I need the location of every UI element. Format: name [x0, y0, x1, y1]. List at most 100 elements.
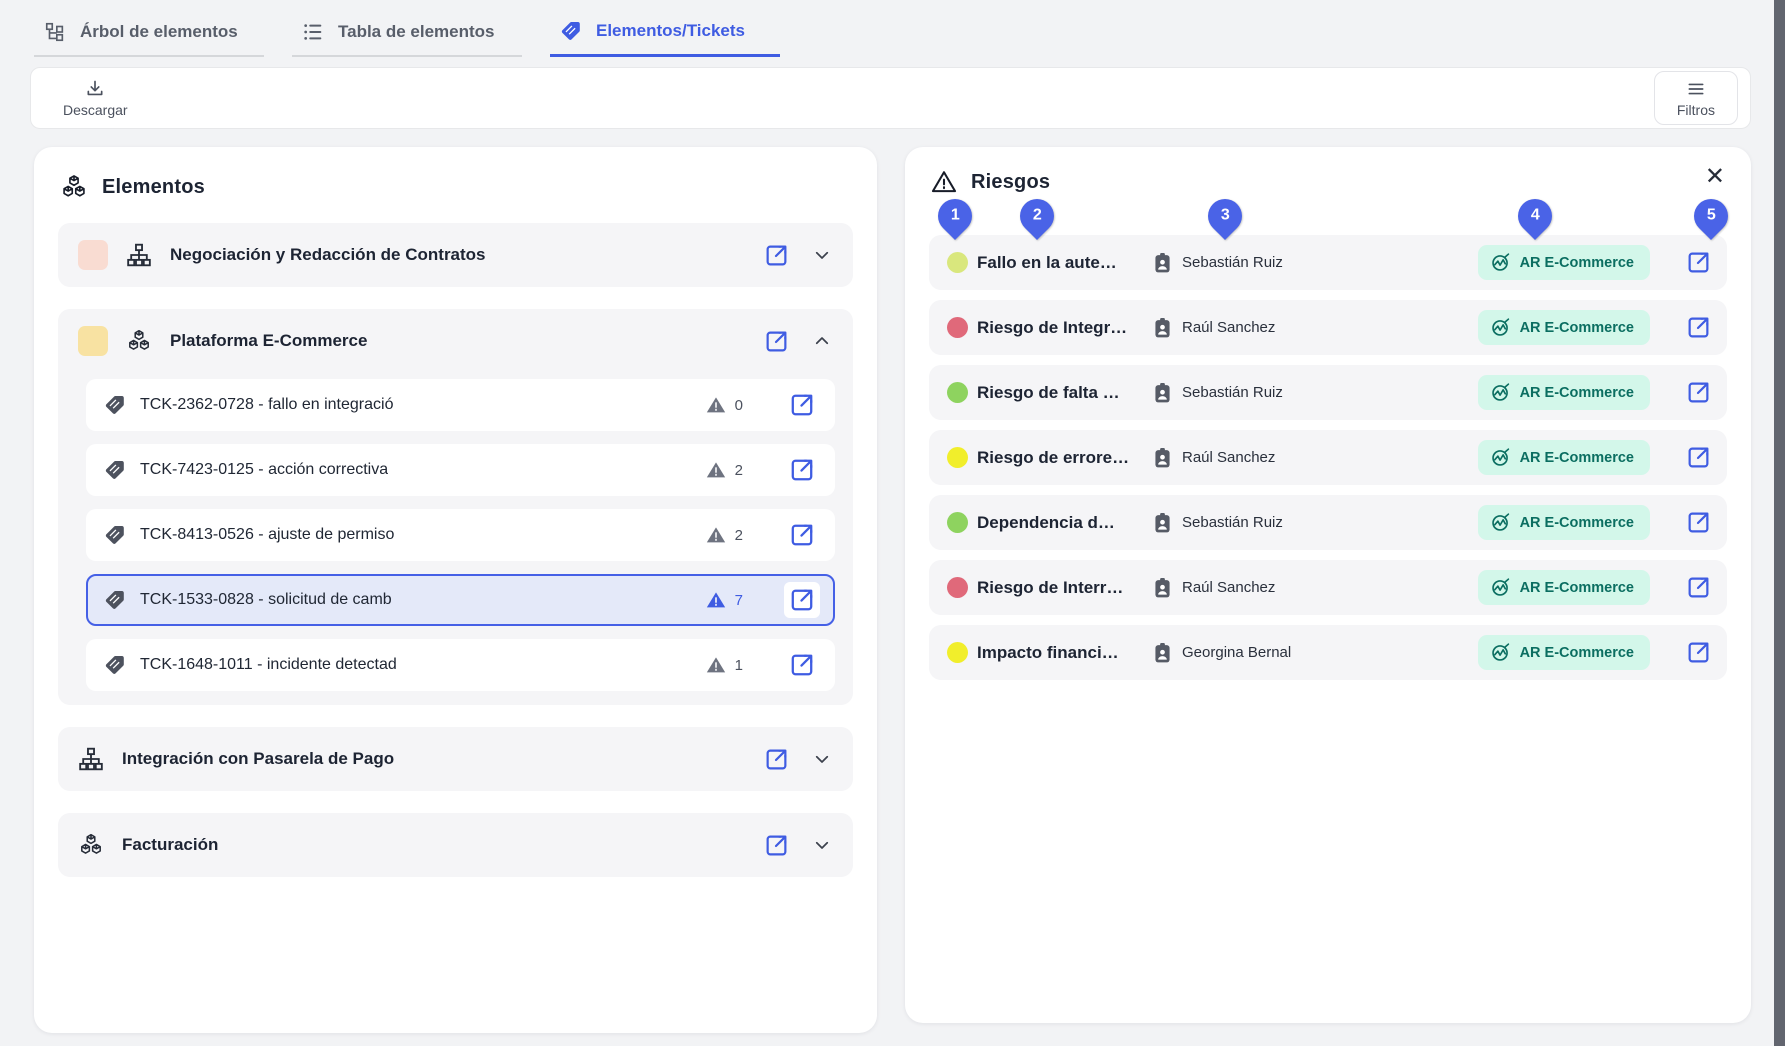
group-row-plataforma[interactable]: Plataforma E-Commerce: [72, 309, 839, 373]
chevron-down-icon[interactable]: [813, 836, 831, 854]
tag-icon: [104, 589, 126, 611]
group-row-integracion[interactable]: Integración con Pasarela de Pago: [58, 727, 853, 791]
risk-row[interactable]: Riesgo de falta … Sebastián Ruiz AR E-Co…: [929, 365, 1727, 420]
chevron-down-icon[interactable]: [813, 750, 831, 768]
tab-label: Tabla de elementos: [338, 22, 495, 42]
open-ticket-icon[interactable]: [789, 587, 815, 613]
risk-register-icon: [1490, 577, 1511, 598]
assignee-name: Raúl Sanchez: [1182, 319, 1275, 336]
tab-arbol-de-elementos[interactable]: Árbol de elementos: [34, 14, 264, 57]
warning-icon: [706, 525, 726, 545]
open-risk-icon[interactable]: [1686, 445, 1711, 470]
filters-label: Filtros: [1677, 102, 1715, 118]
open-risk-icon[interactable]: [1686, 380, 1711, 405]
ar-badge[interactable]: AR E-Commerce: [1478, 440, 1650, 475]
risk-row[interactable]: Riesgo de Interr… Raúl Sanchez AR E-Comm…: [929, 560, 1727, 615]
warning-icon: [706, 395, 726, 415]
person-badge-icon: [1153, 252, 1172, 274]
risk-status-dot: [947, 317, 968, 338]
ar-badge[interactable]: AR E-Commerce: [1478, 570, 1650, 605]
download-icon: [85, 79, 105, 99]
ar-badge[interactable]: AR E-Commerce: [1478, 310, 1650, 345]
risk-status-dot: [947, 512, 968, 533]
open-risk-icon[interactable]: [1686, 250, 1711, 275]
ticket-row[interactable]: TCK-8413-0526 - ajuste de permiso 2: [86, 509, 835, 561]
open-risk-icon[interactable]: [1686, 510, 1711, 535]
open-ticket-icon[interactable]: [789, 652, 815, 678]
elements-panel-title: Elementos: [102, 176, 205, 199]
ticket-row-selected[interactable]: TCK-1533-0828 - solicitud de camb 7: [86, 574, 835, 626]
ar-badge[interactable]: AR E-Commerce: [1478, 245, 1650, 280]
group-label: Integración con Pasarela de Pago: [122, 749, 394, 769]
open-ticket-icon[interactable]: [789, 392, 815, 418]
close-button[interactable]: ✕: [1705, 165, 1725, 189]
warning-count: 0: [735, 397, 743, 414]
assignee-name: Sebastián Ruiz: [1182, 254, 1283, 271]
risk-status-dot: [947, 577, 968, 598]
tag-icon: [104, 394, 126, 416]
scrollbar-thumb[interactable]: [1774, 0, 1785, 1046]
risk-row[interactable]: Dependencia d… Sebastián Ruiz AR E-Comme…: [929, 495, 1727, 550]
risk-name: Riesgo de falta …: [977, 383, 1153, 403]
filters-button[interactable]: Filtros: [1654, 71, 1738, 125]
annotation-pin-1: 1: [931, 192, 979, 240]
open-risk-icon[interactable]: [1686, 575, 1711, 600]
risk-name: Fallo en la aute…: [977, 253, 1153, 273]
ticket-row[interactable]: TCK-7423-0125 - acción correctiva 2: [86, 444, 835, 496]
tab-elementos-tickets[interactable]: Elementos/Tickets: [550, 14, 780, 57]
filters-icon: [1686, 79, 1706, 99]
ticket-label: TCK-2362-0728 - fallo en integració: [140, 396, 393, 414]
open-group-icon[interactable]: [764, 747, 789, 772]
chevron-up-icon[interactable]: [813, 332, 831, 350]
group-row-negociacion[interactable]: Negociación y Redacción de Contratos: [58, 223, 853, 287]
person-badge-icon: [1153, 577, 1172, 599]
risk-register-icon: [1490, 642, 1511, 663]
risk-name: Riesgo de Interr…: [977, 578, 1153, 598]
warning-count: 2: [735, 462, 743, 479]
sitemap-icon: [78, 746, 104, 772]
download-button[interactable]: Descargar: [63, 79, 128, 118]
tab-label: Elementos/Tickets: [596, 21, 745, 41]
risk-row[interactable]: Impacto financi… Georgina Bernal AR E-Co…: [929, 625, 1727, 680]
group-row-facturacion[interactable]: Facturación: [58, 813, 853, 877]
group-label: Facturación: [122, 835, 218, 855]
tab-tabla-de-elementos[interactable]: Tabla de elementos: [292, 14, 522, 57]
tag-icon: [104, 459, 126, 481]
ticket-row[interactable]: TCK-2362-0728 - fallo en integració 0: [86, 379, 835, 431]
risk-register-icon: [1490, 447, 1511, 468]
open-group-icon[interactable]: [764, 833, 789, 858]
chevron-down-icon[interactable]: [813, 246, 831, 264]
tag-icon: [104, 524, 126, 546]
open-ticket-icon[interactable]: [789, 522, 815, 548]
open-ticket-icon[interactable]: [789, 457, 815, 483]
risks-panel-title: Riesgos: [971, 171, 1050, 194]
tag-icon: [104, 654, 126, 676]
cubes-icon: [60, 173, 88, 201]
ar-badge[interactable]: AR E-Commerce: [1478, 375, 1650, 410]
annotation-pin-4: 4: [1511, 192, 1559, 240]
open-group-icon[interactable]: [764, 329, 789, 354]
open-group-icon[interactable]: [764, 243, 789, 268]
ar-badge[interactable]: AR E-Commerce: [1478, 505, 1650, 540]
risk-row[interactable]: Fallo en la aute… Sebastián Ruiz AR E-Co…: [929, 235, 1727, 290]
person-badge-icon: [1153, 447, 1172, 469]
ticket-row[interactable]: TCK-1648-1011 - incidente detectad 1: [86, 639, 835, 691]
ar-badge[interactable]: AR E-Commerce: [1478, 635, 1650, 670]
warning-icon: [706, 655, 726, 675]
open-risk-icon[interactable]: [1686, 640, 1711, 665]
warning-count: 2: [735, 527, 743, 544]
risk-name: Riesgo de Integr…: [977, 318, 1153, 338]
risk-name: Riesgo de errore…: [977, 448, 1153, 468]
group-expanded-plataforma: Plataforma E-Commerce TCK-2362-0728 - fa…: [58, 309, 853, 705]
assignee-name: Raúl Sanchez: [1182, 449, 1275, 466]
tree-icon: [44, 21, 66, 43]
tab-label: Árbol de elementos: [80, 22, 238, 42]
tag-icon: [560, 20, 582, 42]
group-label: Negociación y Redacción de Contratos: [170, 245, 486, 265]
ticket-label: TCK-7423-0125 - acción correctiva: [140, 461, 388, 479]
risk-row[interactable]: Riesgo de Integr… Raúl Sanchez AR E-Comm…: [929, 300, 1727, 355]
risk-status-dot: [947, 252, 968, 273]
risk-register-icon: [1490, 382, 1511, 403]
open-risk-icon[interactable]: [1686, 315, 1711, 340]
risk-row[interactable]: Riesgo de errore… Raúl Sanchez AR E-Comm…: [929, 430, 1727, 485]
